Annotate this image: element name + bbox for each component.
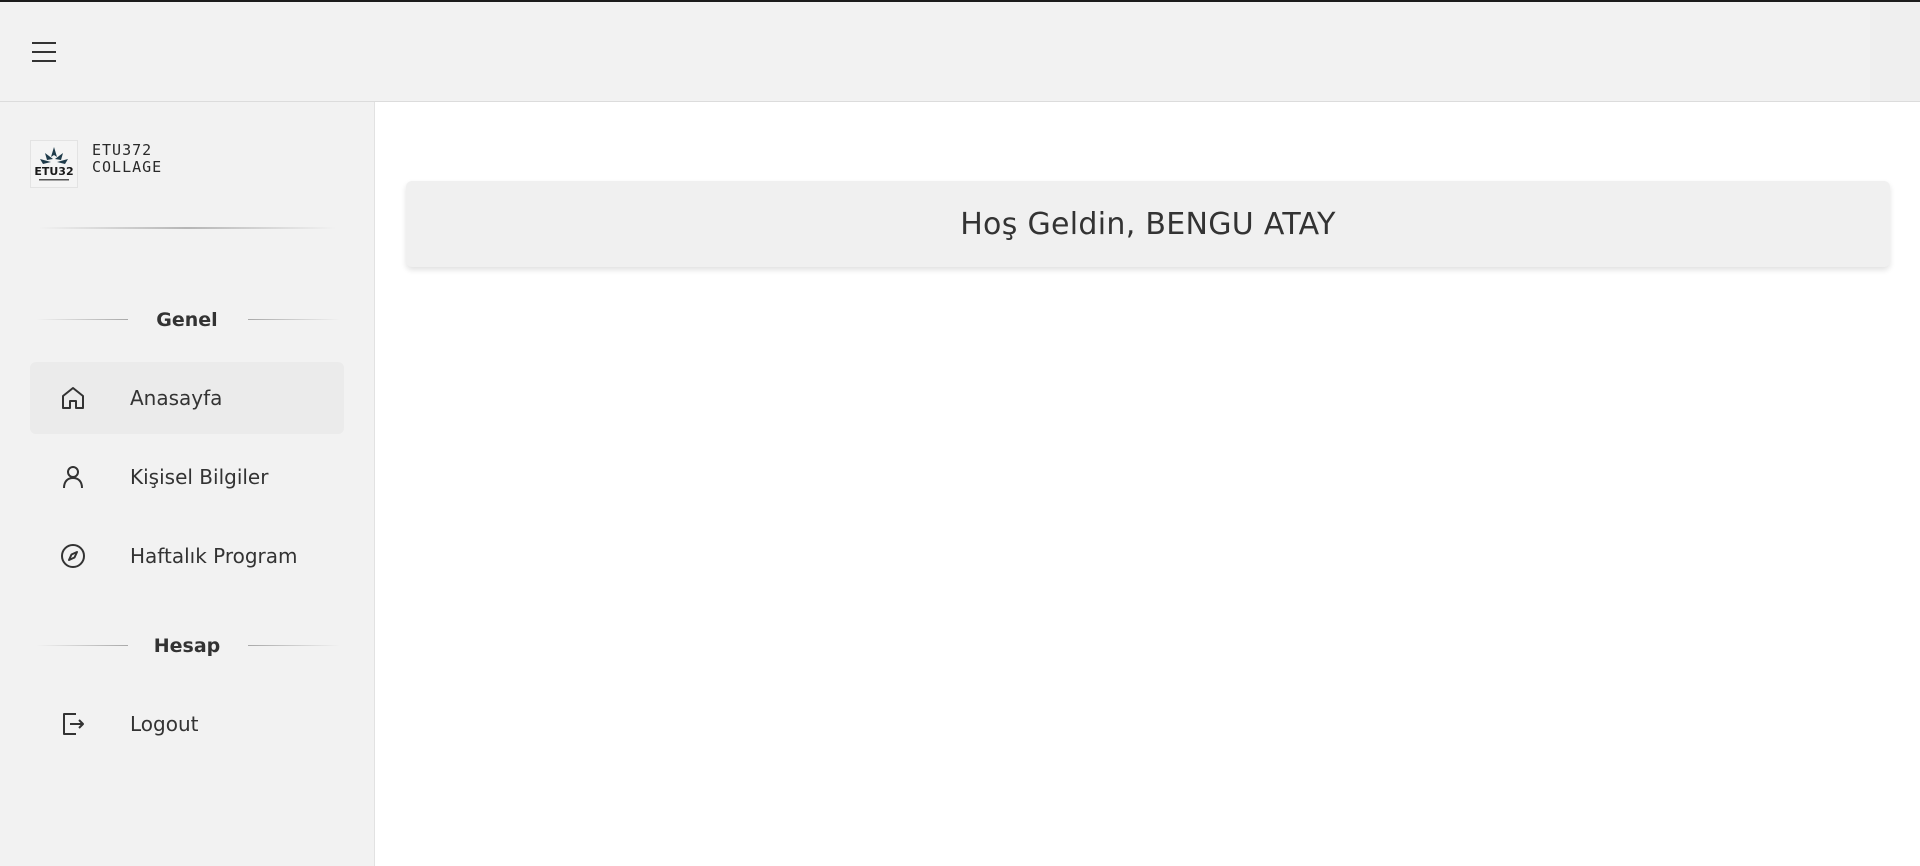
sidebar-item-anasayfa[interactable]: Anasayfa xyxy=(30,362,344,434)
sidebar-item-logout[interactable]: Logout xyxy=(30,688,344,760)
hamburger-menu-icon[interactable] xyxy=(32,42,58,64)
sidebar-item-label: Haftalık Program xyxy=(130,544,298,568)
section-title-genel: Genel xyxy=(30,305,344,335)
svg-text:ETU32: ETU32 xyxy=(34,165,73,178)
sidebar-item-kisisel-bilgiler[interactable]: Kişisel Bilgiler xyxy=(30,441,344,513)
section-title-hesap: Hesap xyxy=(30,631,344,661)
sidebar-item-haftalik-program[interactable]: Haftalık Program xyxy=(30,520,344,592)
logout-icon xyxy=(63,713,84,735)
topbar-right-area xyxy=(1870,2,1920,101)
section-divider xyxy=(36,645,128,646)
welcome-card: Hoş Geldin, BENGU ATAY xyxy=(406,181,1890,267)
section-label: Hesap xyxy=(153,635,221,657)
logo-divider xyxy=(38,227,336,229)
brand-logo[interactable]: ETU32 xyxy=(30,140,78,188)
section-divider xyxy=(248,319,340,320)
sidebar-item-label: Kişisel Bilgiler xyxy=(130,465,269,489)
brand-line-2: COLLAGE xyxy=(92,158,163,176)
top-bar xyxy=(0,2,1920,102)
section-divider xyxy=(248,645,340,646)
compass-icon xyxy=(61,544,85,568)
brand-line-1: ETU372 xyxy=(92,141,153,159)
section-label: Genel xyxy=(156,309,218,331)
sidebar-item-label: Anasayfa xyxy=(130,386,223,410)
user-icon xyxy=(63,466,83,489)
brand-name: ETU372 COLLAGE xyxy=(92,142,192,176)
sidebar: ETU32 ETU372 COLLAGE Genel Anasayfa Kişi… xyxy=(0,102,375,866)
home-icon xyxy=(62,387,84,409)
sidebar-item-label: Logout xyxy=(130,712,199,736)
welcome-message: Hoş Geldin, BENGU ATAY xyxy=(960,206,1336,242)
section-divider xyxy=(36,319,128,320)
